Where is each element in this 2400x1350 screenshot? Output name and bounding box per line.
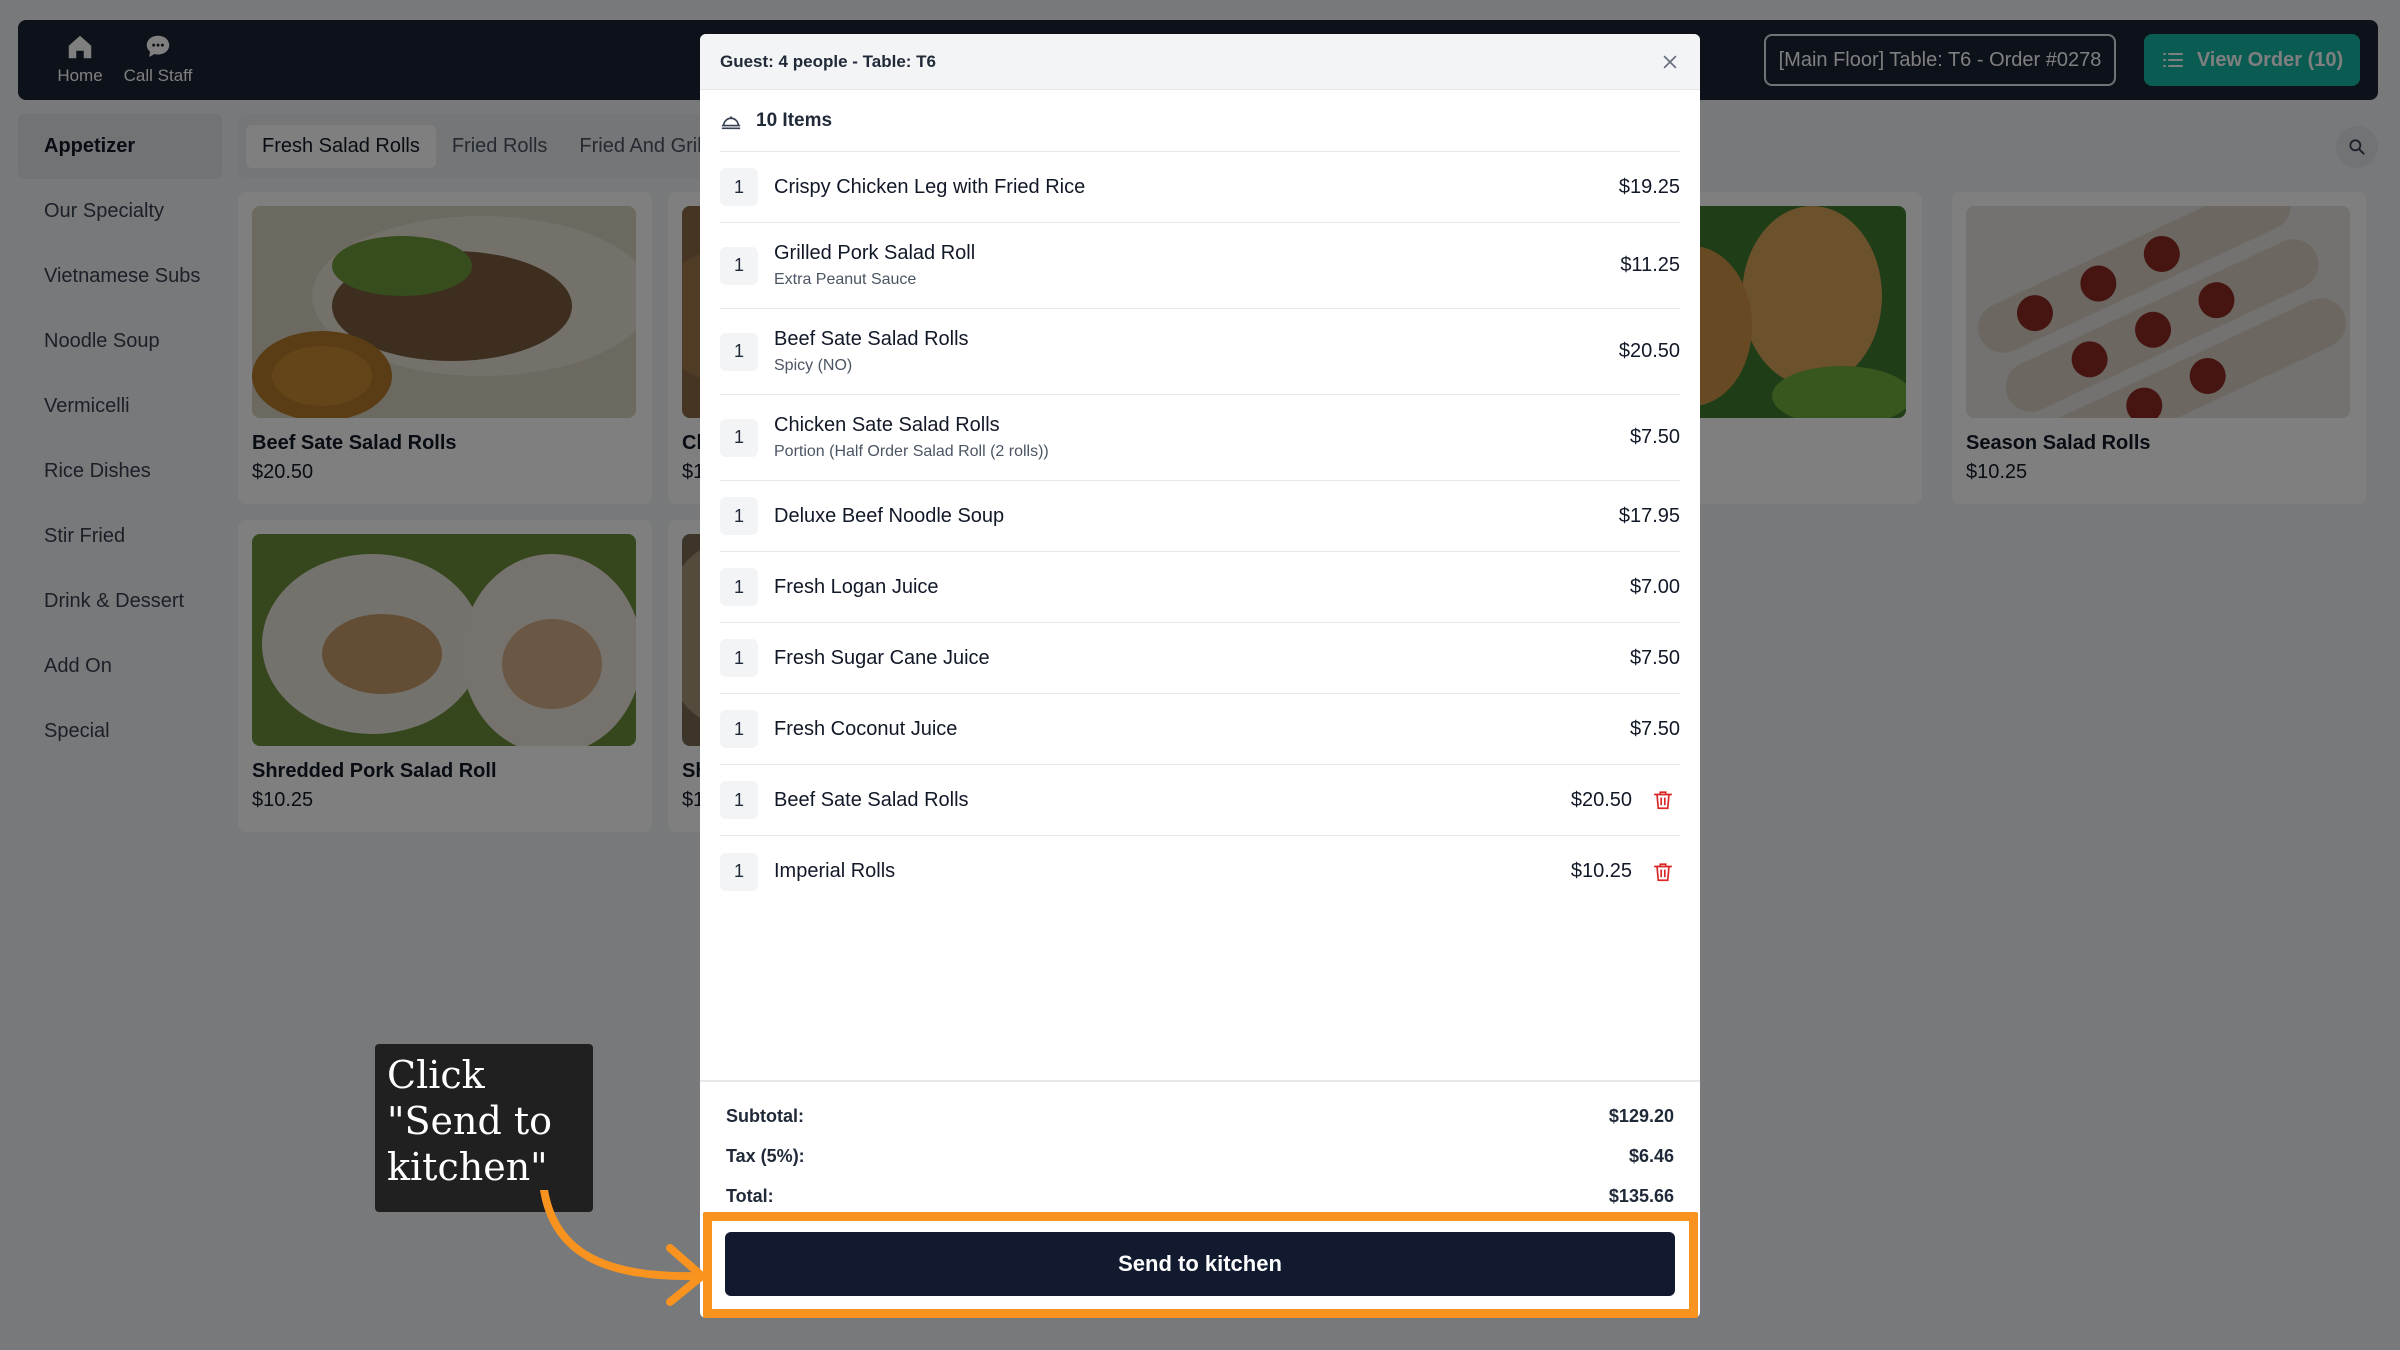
delete-item-button[interactable] [1650, 859, 1676, 885]
total-row: Total: $135.66 [726, 1176, 1674, 1216]
order-item-row[interactable]: 1 Crispy Chicken Leg with Fried Rice $19… [720, 152, 1680, 223]
delete-item-button[interactable] [1650, 787, 1676, 813]
item-modifier: Spicy (NO) [774, 357, 853, 374]
total-label: Total: [726, 1185, 774, 1206]
item-name: Fresh Coconut Juice [774, 717, 958, 740]
item-name: Deluxe Beef Noodle Soup [774, 504, 1005, 527]
item-price: $7.50 [1629, 426, 1680, 448]
item-quantity: 1 [720, 852, 758, 891]
order-modal: Guest: 4 people - Table: T6 10 Items 1 C… [700, 34, 1700, 1318]
order-item-row[interactable]: 1 Grilled Pork Salad Roll Extra Peanut Sa… [720, 223, 1680, 309]
subtotal-label: Subtotal: [726, 1105, 804, 1126]
item-price: $20.50 [1618, 340, 1680, 362]
item-modifier: Portion (Half Order Salad Roll (2 rolls)… [774, 443, 1049, 460]
item-price: $7.50 [1629, 717, 1680, 740]
close-button[interactable] [1656, 48, 1684, 76]
item-price: $17.95 [1618, 504, 1680, 527]
items-count-header: 10 Items [720, 90, 1680, 152]
order-item-row[interactable]: 1 Deluxe Beef Noodle Soup $17.95 [720, 481, 1680, 552]
subtotal-row: Subtotal: $129.20 [726, 1096, 1674, 1136]
item-name: Fresh Logan Juice [774, 575, 939, 598]
item-name: Imperial Rolls [774, 860, 896, 882]
order-item-row[interactable]: 1 Beef Sate Salad Rolls Spicy (NO) $20.50 [720, 309, 1680, 395]
order-item-list: 1 Crispy Chicken Leg with Fried Rice $19… [720, 152, 1680, 907]
item-quantity: 1 [720, 497, 758, 535]
modal-header: Guest: 4 people - Table: T6 [700, 34, 1700, 90]
guest-table-info: Guest: 4 people - Table: T6 [720, 51, 936, 71]
total-value: $135.66 [1608, 1185, 1674, 1206]
tax-label: Tax (5%): [726, 1145, 805, 1166]
item-name: Beef Sate Salad Rolls [774, 328, 969, 350]
item-name: Grilled Pork Salad Roll [774, 242, 976, 264]
subtotal-value: $129.20 [1608, 1105, 1674, 1126]
instruction-callout: Click "Send to kitchen" [375, 1044, 593, 1212]
item-quantity: 1 [720, 168, 758, 206]
item-modifier: Extra Peanut Sauce [774, 271, 917, 288]
order-item-row[interactable]: 1 Imperial Rolls $10.25 [720, 836, 1680, 907]
order-item-row[interactable]: 1 Fresh Coconut Juice $7.50 [720, 694, 1680, 765]
highlight-box [703, 1212, 1698, 1318]
item-quantity: 1 [720, 639, 758, 677]
order-item-row[interactable]: 1 Fresh Sugar Cane Juice $7.50 [720, 623, 1680, 694]
tax-value: $6.46 [1628, 1145, 1674, 1166]
item-name: Beef Sate Salad Rolls [774, 788, 969, 811]
pointer-arrow-icon [540, 1190, 706, 1306]
order-totals: Subtotal: $129.20 Tax (5%): $6.46 Total:… [700, 1080, 1700, 1216]
item-price: $10.25 [1570, 860, 1632, 882]
item-price: $11.25 [1620, 254, 1680, 276]
tax-row: Tax (5%): $6.46 [726, 1136, 1674, 1176]
cloche-icon [721, 115, 741, 129]
item-quantity: 1 [720, 781, 758, 819]
item-name: Fresh Sugar Cane Juice [774, 646, 990, 669]
item-name: Crispy Chicken Leg with Fried Rice [774, 175, 1086, 198]
item-quantity: 1 [720, 710, 758, 748]
trash-icon [1653, 791, 1673, 810]
order-item-row[interactable]: 1 Chicken Sate Salad Rolls Portion (Half … [720, 395, 1680, 481]
item-quantity: 1 [720, 418, 758, 457]
order-item-row[interactable]: 1 Fresh Logan Juice $7.00 [720, 552, 1680, 623]
items-count: 10 Items [756, 109, 833, 131]
item-price: $7.00 [1629, 575, 1680, 598]
item-price: $20.50 [1570, 788, 1632, 811]
trash-icon [1653, 862, 1673, 881]
item-price: $19.25 [1618, 175, 1680, 198]
item-name: Chicken Sate Salad Rolls [774, 414, 1000, 436]
item-price: $7.50 [1629, 646, 1680, 669]
close-icon [1663, 55, 1677, 69]
item-quantity: 1 [720, 246, 758, 285]
order-item-row[interactable]: 1 Beef Sate Salad Rolls $20.50 [720, 765, 1680, 836]
item-quantity: 1 [720, 332, 758, 371]
item-quantity: 1 [720, 568, 758, 606]
